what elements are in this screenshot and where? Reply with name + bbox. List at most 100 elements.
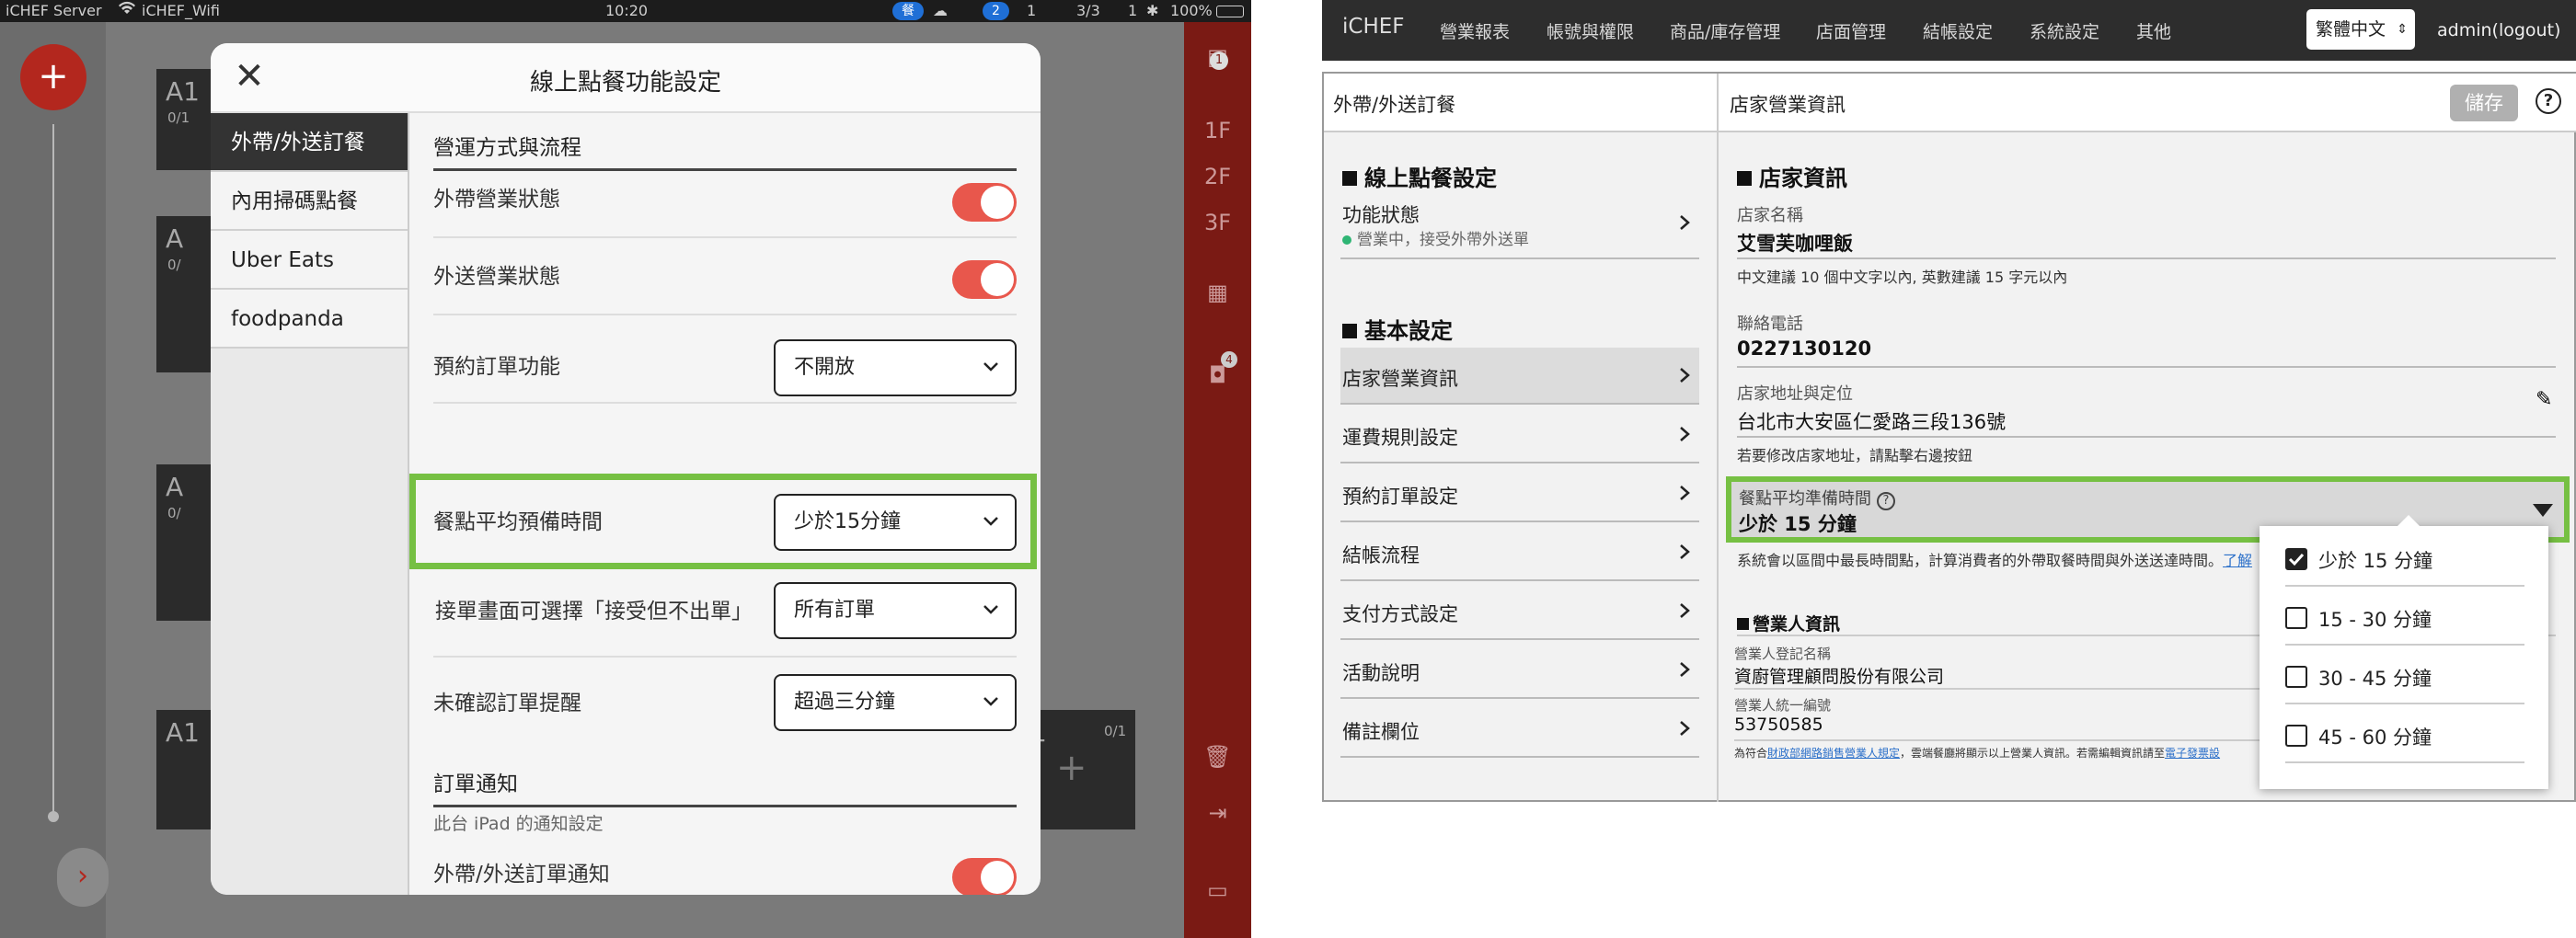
nav-item-label: 店家營業資訊: [1342, 368, 1458, 390]
address-field: 店家地址與定位 台北市大安區仁愛路三段136號: [1737, 381, 2556, 435]
nav-item-label: 運費規則設定: [1342, 427, 1458, 449]
footer-text-a: 為符合: [1734, 747, 1768, 760]
checkbox[interactable]: [2285, 666, 2307, 688]
tab-uber-eats[interactable]: Uber Eats: [211, 231, 408, 290]
accept-no-print-row: 接單畫面可選擇「接受但不出單」 所有訂單: [433, 573, 1017, 658]
nav-item-function-status[interactable]: 功能狀態 營業中，接受外帶外送單: [1340, 195, 1699, 259]
nav-item-label: 結帳流程: [1342, 544, 1420, 566]
divider: [1737, 436, 2556, 438]
prep-time-dropdown: 少於 15 分鐘 15 - 30 分鐘 30 - 45 分鐘 45 - 60 分…: [2260, 515, 2548, 789]
checkbox-checked[interactable]: [2285, 548, 2307, 570]
nav-group-online-label: 線上點餐設定: [1364, 166, 1497, 191]
checkbox[interactable]: [2285, 725, 2307, 747]
phone-value: 0227130120: [1737, 337, 1872, 360]
dropdown-option[interactable]: 45 - 60 分鐘: [2285, 706, 2524, 763]
status-sub: 營業中，接受外帶外送單: [1342, 226, 1529, 249]
group-business-label: 營業人資訊: [1753, 614, 1841, 635]
question-icon[interactable]: ?: [1877, 492, 1895, 510]
prep-time-select[interactable]: 少於15分鐘: [774, 494, 1017, 551]
help-icon[interactable]: ?: [2536, 88, 2561, 114]
dropdown-option[interactable]: 15 - 30 分鐘: [2285, 589, 2524, 646]
footer-text-b: ，雲端餐廳將顯示以上營業人資訊。若需編輯資訊請至: [1900, 747, 2166, 760]
save-button[interactable]: 儲存: [2450, 85, 2518, 121]
left-settings-nav: 線上點餐設定 功能狀態 營業中，接受外帶外送單 基本設定 店家營業資訊 運費規則…: [1324, 132, 1717, 802]
group-store-info: 店家資訊: [1737, 160, 1847, 192]
address-hint: 若要修改店家地址，請點擊右邊按鈕: [1737, 447, 1973, 464]
phone-field[interactable]: 聯絡電話 0227130120: [1737, 311, 2556, 360]
panel-left-title: 外帶/外送訂餐: [1333, 94, 1456, 116]
menu-products[interactable]: 商品/庫存管理: [1670, 18, 1780, 43]
menu-system[interactable]: 系統設定: [2030, 18, 2099, 43]
divider: [1734, 739, 2268, 741]
printer-count: 1: [1027, 2, 1037, 19]
triangle-down-icon: [2533, 504, 2553, 517]
business-footer: 為符合財政部網路銷售營業人規定，雲端餐廳將顯示以上營業人資訊。若需編輯資訊請至電…: [1734, 745, 2220, 761]
prep-time-value: 少於 15 分鐘: [1739, 513, 1857, 535]
nav-group-basic-label: 基本設定: [1364, 318, 1453, 344]
battery-label: 100%: [1170, 2, 1213, 19]
clock: 10:20: [605, 2, 649, 19]
edit-icon[interactable]: ✎: [2536, 388, 2552, 411]
order-notify-row: 外帶/外送訂單通知: [433, 836, 1017, 895]
menu-store[interactable]: 店面管理: [1816, 18, 1886, 43]
prep-time-row: 餐點平均預備時間 少於15分鐘: [433, 479, 1017, 566]
chevron-right-icon: [1680, 215, 1690, 230]
nav-group-basic: 基本設定: [1342, 313, 1453, 345]
nav-item-notes[interactable]: 備註欄位: [1340, 701, 1699, 758]
chevron-right-icon: [1680, 486, 1690, 500]
cloud-icon: ☁: [933, 2, 948, 19]
tab-dine-in-qr[interactable]: 內用掃碼點餐: [211, 172, 408, 231]
delivery-status-toggle[interactable]: [952, 260, 1017, 299]
nav-item-promotion[interactable]: 活動說明: [1340, 642, 1699, 699]
screenshot-root: iCHEF Server iCHEF_Wifi 10:20 餐 ☁ 2 1 3/…: [0, 0, 2576, 938]
group-store-info-label: 店家資訊: [1759, 166, 1847, 191]
nav-item-shipping[interactable]: 運費規則設定: [1340, 406, 1699, 463]
menu-accounts[interactable]: 帳號與權限: [1547, 18, 1634, 43]
reservation-select[interactable]: 不開放: [774, 339, 1017, 396]
chevron-down-icon: [983, 605, 998, 614]
nav-item-payment[interactable]: 支付方式設定: [1340, 583, 1699, 640]
option-label: 45 - 60 分鐘: [2318, 726, 2432, 749]
regulation-link[interactable]: 財政部網路銷售營業人規定: [1767, 747, 1900, 760]
nav-item-store-info[interactable]: 店家營業資訊: [1340, 348, 1699, 405]
tab-foodpanda[interactable]: foodpanda: [211, 290, 408, 349]
prep-time-label: 餐點平均預備時間: [433, 510, 603, 534]
bluetooth-icon: ✱: [1146, 2, 1159, 19]
store-name-value: 艾雪芙咖哩飯: [1737, 233, 1853, 255]
chevron-right-icon: [1680, 721, 1690, 736]
dropdown-caret: [2398, 515, 2420, 526]
dropdown-option[interactable]: 少於 15 分鐘: [2285, 530, 2524, 587]
accept-no-print-select[interactable]: 所有訂單: [774, 582, 1017, 639]
status-sub-text: 營業中，接受外帶外送單: [1357, 231, 1529, 249]
section-title-notifications: 訂單通知: [433, 766, 1017, 807]
order-notify-label: 外帶/外送訂單通知: [433, 863, 610, 887]
updown-icon: ⇕: [2397, 22, 2408, 37]
admin-logout-link[interactable]: admin(logout): [2437, 20, 2560, 40]
store-name-field[interactable]: 店家名稱 艾雪芙咖哩飯: [1737, 202, 2556, 257]
prep-hint-text: 系統會以區間中最長時間點，計算消費者的外帶取餐時間與外送送達時間。: [1737, 552, 2224, 569]
tab-takeout-delivery[interactable]: 外帶/外送訂餐: [211, 113, 408, 172]
menu-checkout[interactable]: 結帳設定: [1923, 18, 1993, 43]
einvoice-link[interactable]: 電子發票設: [2165, 747, 2220, 760]
status-pill-count: 2: [983, 2, 1009, 20]
order-notify-toggle[interactable]: [952, 858, 1017, 895]
dropdown-option[interactable]: 30 - 45 分鐘: [2285, 647, 2524, 704]
alert-count: 1: [1128, 2, 1138, 19]
divider: [1737, 257, 2556, 259]
ichef-logo: iCHEF: [1342, 15, 1405, 39]
nav-item-checkout-flow[interactable]: 結帳流程: [1340, 524, 1699, 581]
language-select[interactable]: 繁體中文 ⇕: [2306, 9, 2415, 50]
store-name-label: 店家名稱: [1737, 206, 1803, 225]
takeout-status-label: 外帶營業狀態: [433, 188, 560, 212]
menu-other[interactable]: 其他: [2136, 18, 2171, 43]
nav-item-label: 支付方式設定: [1342, 603, 1458, 625]
checkbox[interactable]: [2285, 607, 2307, 629]
unconfirmed-alert-select[interactable]: 超過三分鐘: [774, 674, 1017, 731]
nav-item-reservation[interactable]: 預約訂單設定: [1340, 465, 1699, 522]
device-count: 3/3: [1076, 2, 1100, 19]
learn-more-link[interactable]: 了解: [2223, 552, 2252, 569]
nav-item-label: 活動說明: [1342, 662, 1420, 684]
menu-reports[interactable]: 營業報表: [1440, 18, 1510, 43]
check-icon: [2288, 553, 2305, 566]
takeout-status-toggle[interactable]: [952, 183, 1017, 222]
